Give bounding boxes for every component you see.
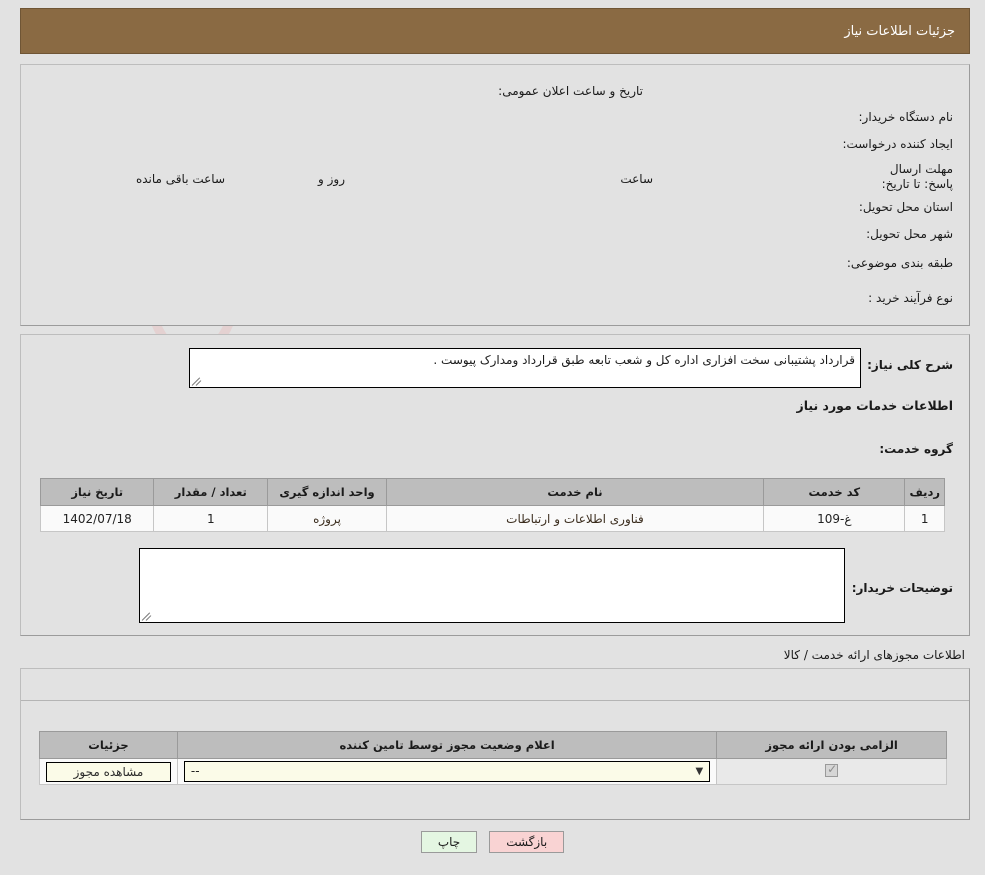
col-quantity: تعداد / مقدار — [153, 478, 269, 506]
service-group-label: گروه خدمت: — [879, 442, 953, 456]
buyer-notes-label: توضیحات خریدار: — [851, 581, 953, 595]
buyer-notes-value[interactable] — [139, 548, 845, 623]
need-description-text: قرارداد پشتیبانی سخت افزاری اداره کل و ش… — [433, 353, 855, 367]
cell-permit-details: مشاهده مجوز — [39, 758, 178, 785]
col-permit-status: اعلام وضعیت مجوز توسط تامین کننده — [176, 731, 718, 759]
buyer-org-label: نام دستگاه خریدار: — [858, 110, 954, 124]
request-creator-label: ایجاد کننده درخواست: — [842, 137, 953, 151]
permit-required-checkbox-icon — [825, 762, 839, 777]
cell-name: فناوری اطلاعات و ارتباطات — [385, 505, 765, 532]
footer-button-bar: بازگشت چاپ — [0, 831, 985, 853]
services-table-header-row: ردیف کد خدمت نام خدمت واحد اندازه گیری ت… — [39, 478, 945, 506]
col-index: ردیف — [904, 478, 945, 506]
permits-table: الزامی بودن ارائه مجوز اعلام وضعیت مجوز … — [39, 731, 947, 785]
back-button[interactable]: بازگشت — [489, 831, 565, 853]
category-label: طبقه بندی موضوعی: — [846, 256, 953, 270]
permit-status-value: -- — [190, 764, 200, 778]
permits-panel-divider — [21, 700, 969, 701]
table-row[interactable]: ▼ -- مشاهده مجوز — [39, 758, 947, 785]
need-description-label: شرح کلی نیاز: — [867, 358, 953, 372]
permit-status-select[interactable]: ▼ -- — [183, 761, 711, 782]
chevron-down-icon: ▼ — [695, 766, 704, 777]
col-name: نام خدمت — [385, 478, 765, 506]
cell-need-date: 1402/07/18 — [39, 505, 155, 532]
view-permit-button[interactable]: مشاهده مجوز — [46, 761, 171, 782]
window-title-bar: جزئیات اطلاعات نیاز — [20, 8, 970, 54]
permits-heading: اطلاعات مجوزهای ارائه خدمت / کالا — [783, 648, 965, 662]
page-root: AriaTender.net جزئیات اطلاعات نیاز شماره… — [0, 0, 985, 875]
services-table: ردیف کد خدمت نام خدمت واحد اندازه گیری ت… — [39, 478, 945, 532]
permits-table-header-row: الزامی بودن ارائه مجوز اعلام وضعیت مجوز … — [39, 731, 947, 759]
page-title: جزئیات اطلاعات نیاز — [844, 23, 955, 39]
cell-permit-required — [716, 758, 947, 785]
resize-grip-icon[interactable] — [191, 376, 202, 386]
col-need-date: تاریخ نیاز — [39, 478, 155, 506]
col-code: کد خدمت — [763, 478, 906, 506]
delivery-province-label: استان محل تحویل: — [858, 200, 953, 214]
cell-index: 1 — [904, 505, 945, 532]
col-permit-details: جزئیات — [39, 731, 178, 759]
remaining-suffix-label: ساعت باقی مانده — [135, 172, 225, 186]
cell-code: غ-109 — [763, 505, 906, 532]
resize-grip-icon-notes[interactable] — [141, 611, 152, 621]
services-heading: اطلاعات خدمات مورد نیاز — [796, 398, 954, 413]
remaining-days-label: روز و — [318, 172, 345, 186]
process-type-label: نوع فرآیند خرید : — [868, 291, 953, 305]
announce-datetime-label: تاریخ و ساعت اعلان عمومی: — [498, 84, 643, 98]
cell-unit: پروژه — [267, 505, 387, 532]
need-description-value[interactable]: قرارداد پشتیبانی سخت افزاری اداره کل و ش… — [189, 348, 861, 388]
table-row[interactable]: 1 غ-109 فناوری اطلاعات و ارتباطات پروژه … — [39, 505, 945, 532]
delivery-city-label: شهر محل تحویل: — [866, 227, 953, 241]
print-button[interactable]: چاپ — [420, 831, 478, 853]
cell-permit-status: ▼ -- — [176, 758, 718, 785]
col-unit: واحد اندازه گیری — [267, 478, 387, 506]
cell-quantity: 1 — [153, 505, 269, 532]
need-info-panel — [20, 64, 970, 326]
deadline-time-label: ساعت — [620, 172, 653, 186]
col-permit-required: الزامی بودن ارائه مجوز — [716, 731, 947, 759]
deadline-label: مهلت ارسال پاسخ: تا تاریخ: — [881, 162, 953, 191]
